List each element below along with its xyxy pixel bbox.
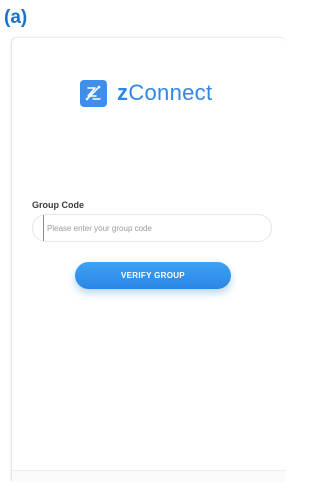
app-name: zConnect [117,78,212,108]
brand-header: zConnect [80,78,212,108]
app-name-suffix: Connect [128,80,213,105]
verify-group-button-label: VERIFY GROUP [121,271,185,280]
group-code-label: Group Code [32,200,84,210]
group-code-field-wrapper [32,214,272,242]
group-code-input[interactable] [43,215,263,241]
figure-label: (a) [4,7,28,28]
verify-group-button[interactable]: VERIFY GROUP [75,262,231,289]
page: (a) zConnect Group Code VERIFY GROUP [0,0,288,485]
zconnect-logo-icon [80,79,107,107]
phone-screen: zConnect Group Code VERIFY GROUP [11,37,286,481]
app-name-prefix: z [117,80,129,105]
phone-bottom-bar [12,470,286,481]
